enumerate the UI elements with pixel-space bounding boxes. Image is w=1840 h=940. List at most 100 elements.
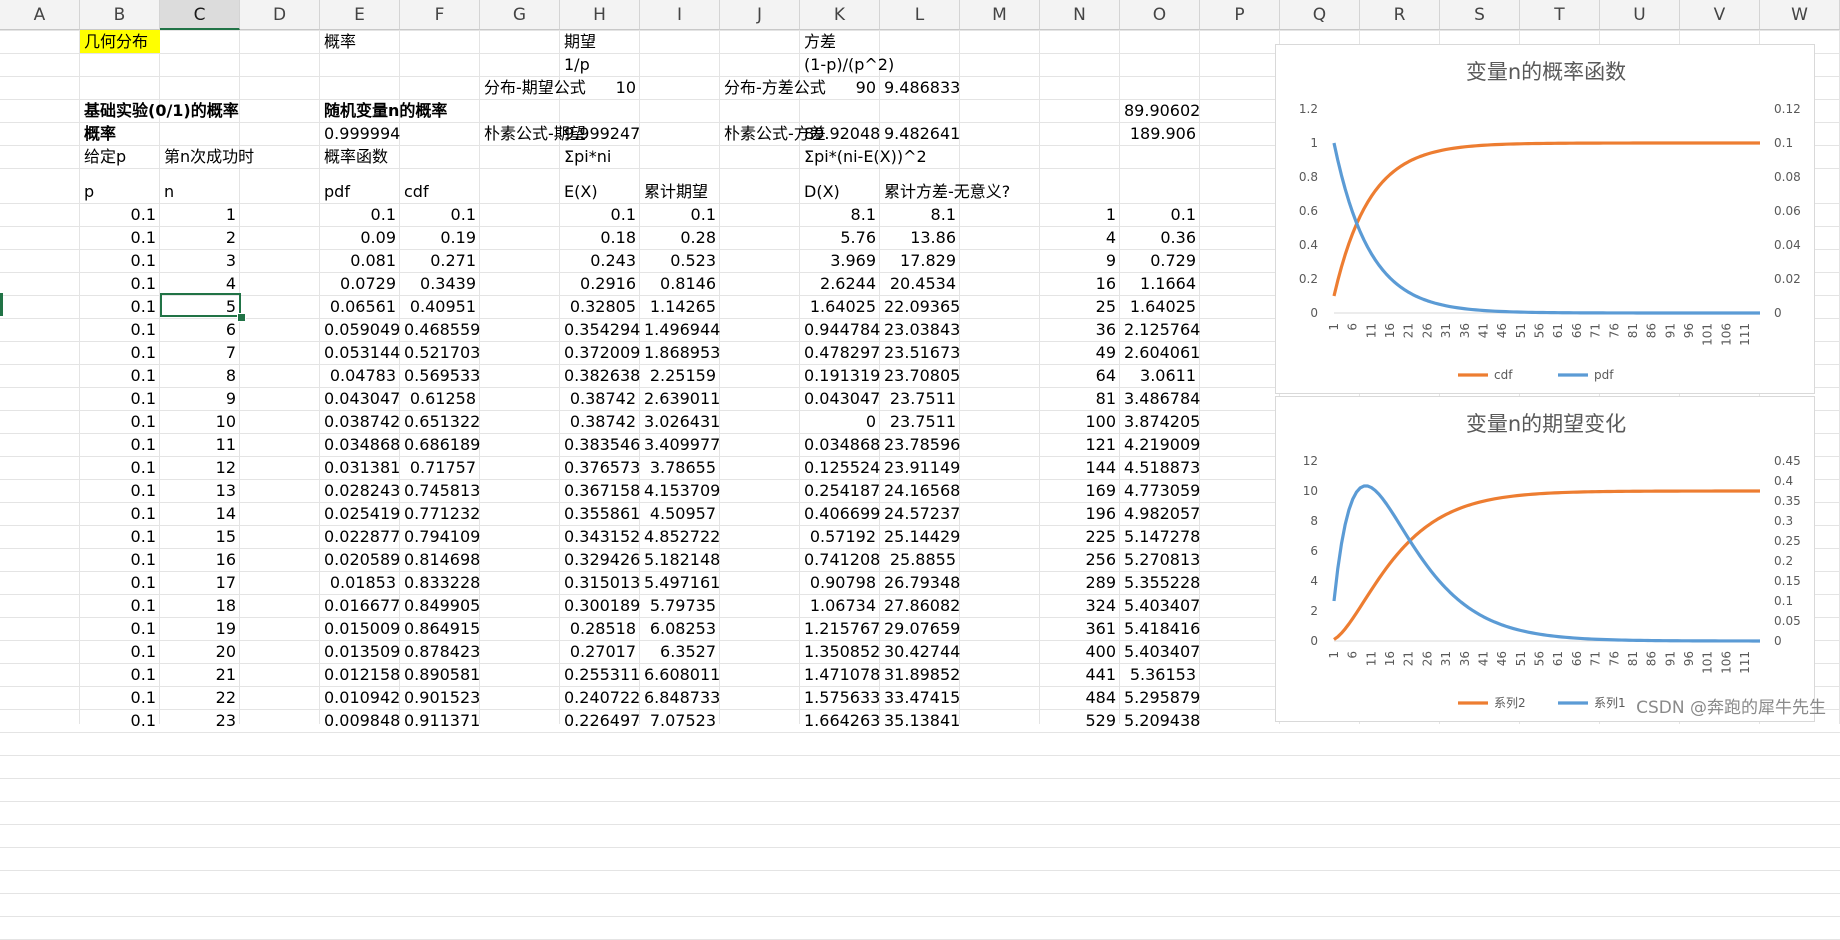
cell-O8[interactable]: 0.1 bbox=[1120, 203, 1200, 226]
spreadsheet[interactable]: ABCDEFGHIJKLMNOPQRSTUVW 几何分布 概率 期望 方差 1/p (1-… bbox=[0, 0, 1840, 940]
cell-C10[interactable]: 3 bbox=[160, 249, 240, 272]
cell-C9[interactable]: 2 bbox=[160, 226, 240, 249]
cell-C25[interactable]: 18 bbox=[160, 594, 240, 617]
cell-L23[interactable]: 25.8855 bbox=[880, 548, 960, 571]
cell-N23[interactable]: 256 bbox=[1040, 548, 1120, 571]
cell-F19[interactable]: 0.71757 bbox=[400, 456, 480, 479]
cell-K26[interactable]: 1.215767 bbox=[800, 617, 880, 640]
cell-C29[interactable]: 22 bbox=[160, 686, 240, 709]
cell-L20[interactable]: 24.16568 bbox=[880, 479, 960, 502]
cell-K16[interactable]: 0.043047 bbox=[800, 387, 880, 410]
cell-H14[interactable]: 0.372009 bbox=[560, 341, 640, 364]
cell-C14[interactable]: 7 bbox=[160, 341, 240, 364]
cell-B5[interactable]: 概率 bbox=[80, 122, 120, 145]
cell-H7[interactable]: E(X) bbox=[560, 180, 602, 203]
cell-K6[interactable]: Σpi*(ni-E(X))^2 bbox=[800, 145, 931, 168]
cell-I8[interactable]: 0.1 bbox=[640, 203, 720, 226]
column-header-U[interactable]: U bbox=[1600, 0, 1680, 30]
column-header-H[interactable]: H bbox=[560, 0, 640, 30]
column-header-D[interactable]: D bbox=[240, 0, 320, 30]
cell-H17[interactable]: 0.38742 bbox=[560, 410, 640, 433]
cell-O28[interactable]: 5.36153 bbox=[1120, 663, 1200, 686]
cell-H11[interactable]: 0.2916 bbox=[560, 272, 640, 295]
cell-N18[interactable]: 121 bbox=[1040, 433, 1120, 456]
cell-F24[interactable]: 0.833228 bbox=[400, 571, 480, 594]
column-header-R[interactable]: R bbox=[1360, 0, 1440, 30]
cell-H25[interactable]: 0.300189 bbox=[560, 594, 640, 617]
cell-I7[interactable]: 累计期望 bbox=[640, 180, 712, 203]
cell-L26[interactable]: 29.07659 bbox=[880, 617, 960, 640]
cell-H23[interactable]: 0.329426 bbox=[560, 548, 640, 571]
cell-J3[interactable]: 分布-方差公式 bbox=[720, 76, 826, 99]
cell-G3[interactable]: 分布-期望公式 bbox=[480, 76, 586, 99]
cell-E15[interactable]: 0.04783 bbox=[320, 364, 400, 387]
cell-B30[interactable]: 0.1 bbox=[80, 709, 160, 732]
series-line-系列2[interactable] bbox=[1333, 489, 1760, 641]
cell-L30[interactable]: 35.13841 bbox=[880, 709, 960, 732]
cell-H8[interactable]: 0.1 bbox=[560, 203, 640, 226]
cell-L3[interactable]: 9.486833 bbox=[880, 76, 960, 99]
cell-K22[interactable]: 0.57192 bbox=[800, 525, 880, 548]
cell-L16[interactable]: 23.7511 bbox=[880, 387, 960, 410]
cell-N13[interactable]: 36 bbox=[1040, 318, 1120, 341]
cell-N22[interactable]: 225 bbox=[1040, 525, 1120, 548]
cell-L12[interactable]: 22.09365 bbox=[880, 295, 960, 318]
cell-B9[interactable]: 0.1 bbox=[80, 226, 160, 249]
cell-I23[interactable]: 5.182148 bbox=[640, 548, 720, 571]
cell-I25[interactable]: 5.79735 bbox=[640, 594, 720, 617]
cell-F25[interactable]: 0.849905 bbox=[400, 594, 480, 617]
cell-L15[interactable]: 23.70805 bbox=[880, 364, 960, 387]
cell-B13[interactable]: 0.1 bbox=[80, 318, 160, 341]
cell-L28[interactable]: 31.89852 bbox=[880, 663, 960, 686]
column-header-F[interactable]: F bbox=[400, 0, 480, 30]
cell-N21[interactable]: 196 bbox=[1040, 502, 1120, 525]
cell-B22[interactable]: 0.1 bbox=[80, 525, 160, 548]
cell-E5[interactable]: 0.999994 bbox=[320, 122, 400, 145]
column-header-N[interactable]: N bbox=[1040, 0, 1120, 30]
cell-F28[interactable]: 0.890581 bbox=[400, 663, 480, 686]
cell-K9[interactable]: 5.76 bbox=[800, 226, 880, 249]
cell-N10[interactable]: 9 bbox=[1040, 249, 1120, 272]
cell-E27[interactable]: 0.013509 bbox=[320, 640, 400, 663]
cell-K2[interactable]: (1-p)/(p^2) bbox=[800, 53, 898, 76]
cell-B18[interactable]: 0.1 bbox=[80, 433, 160, 456]
cell-N11[interactable]: 16 bbox=[1040, 272, 1120, 295]
cell-I26[interactable]: 6.08253 bbox=[640, 617, 720, 640]
cell-C20[interactable]: 13 bbox=[160, 479, 240, 502]
cell-K19[interactable]: 0.125524 bbox=[800, 456, 880, 479]
cell-O23[interactable]: 5.270813 bbox=[1120, 548, 1200, 571]
cell-F14[interactable]: 0.521703 bbox=[400, 341, 480, 364]
cell-N9[interactable]: 4 bbox=[1040, 226, 1120, 249]
cell-F12[interactable]: 0.40951 bbox=[400, 295, 480, 318]
cell-O25[interactable]: 5.403407 bbox=[1120, 594, 1200, 617]
cell-F10[interactable]: 0.271 bbox=[400, 249, 480, 272]
cell-F20[interactable]: 0.745813 bbox=[400, 479, 480, 502]
column-header-A[interactable]: A bbox=[0, 0, 80, 30]
cell-K13[interactable]: 0.944784 bbox=[800, 318, 880, 341]
cell-F9[interactable]: 0.19 bbox=[400, 226, 480, 249]
cell-L24[interactable]: 26.79348 bbox=[880, 571, 960, 594]
cell-N8[interactable]: 1 bbox=[1040, 203, 1120, 226]
cell-K29[interactable]: 1.575633 bbox=[800, 686, 880, 709]
cell-N15[interactable]: 64 bbox=[1040, 364, 1120, 387]
cell-F21[interactable]: 0.771232 bbox=[400, 502, 480, 525]
cell-N28[interactable]: 441 bbox=[1040, 663, 1120, 686]
cell-N25[interactable]: 324 bbox=[1040, 594, 1120, 617]
cell-H5[interactable]: 9.999247 bbox=[560, 122, 640, 145]
cell-E30[interactable]: 0.009848 bbox=[320, 709, 400, 732]
cell-F15[interactable]: 0.569533 bbox=[400, 364, 480, 387]
cell-F8[interactable]: 0.1 bbox=[400, 203, 480, 226]
cell-B12[interactable]: 0.1 bbox=[80, 295, 160, 318]
cell-N24[interactable]: 289 bbox=[1040, 571, 1120, 594]
cell-N16[interactable]: 81 bbox=[1040, 387, 1120, 410]
cell-B24[interactable]: 0.1 bbox=[80, 571, 160, 594]
cell-E22[interactable]: 0.022877 bbox=[320, 525, 400, 548]
cell-B28[interactable]: 0.1 bbox=[80, 663, 160, 686]
cell-K14[interactable]: 0.478297 bbox=[800, 341, 880, 364]
cell-L7[interactable]: 累计方差-无意义? bbox=[880, 180, 1014, 203]
cell-B21[interactable]: 0.1 bbox=[80, 502, 160, 525]
cell-H15[interactable]: 0.382638 bbox=[560, 364, 640, 387]
cell-I28[interactable]: 6.608011 bbox=[640, 663, 720, 686]
cell-H2[interactable]: 1/p bbox=[560, 53, 594, 76]
cell-L27[interactable]: 30.42744 bbox=[880, 640, 960, 663]
